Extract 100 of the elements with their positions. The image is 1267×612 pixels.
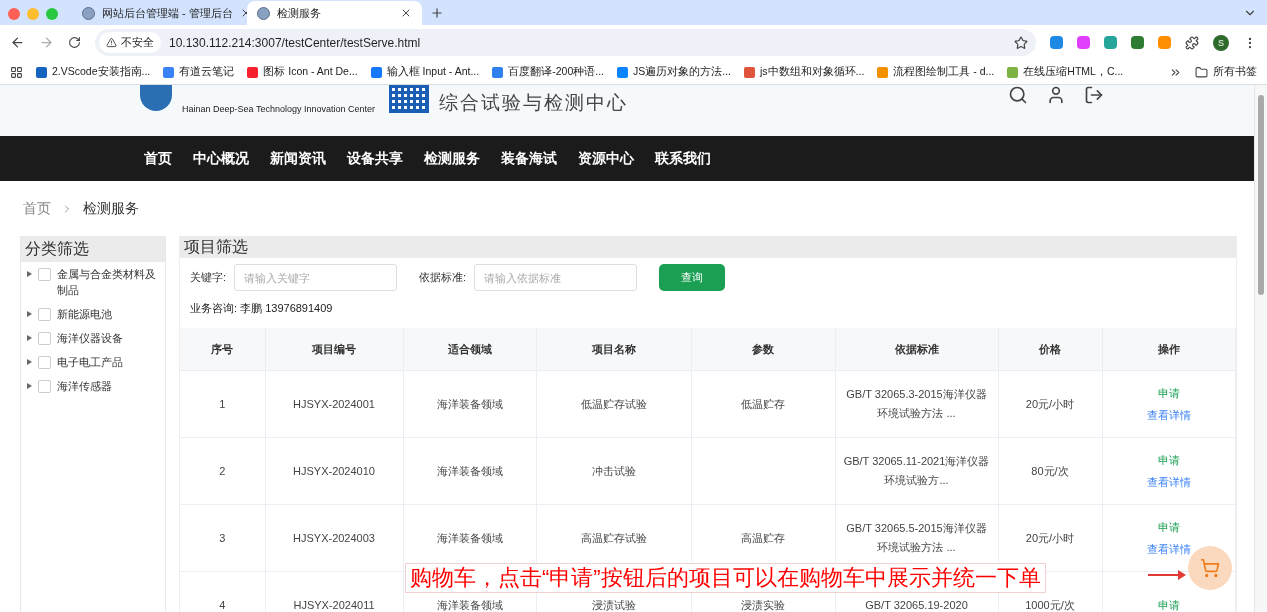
column-header: 价格 (998, 328, 1102, 371)
caret-icon[interactable] (27, 271, 32, 277)
security-chip[interactable]: 不安全 (99, 32, 161, 53)
caret-icon[interactable] (27, 383, 32, 389)
panel-title: 分类筛选 (21, 237, 165, 262)
folder-icon (1195, 65, 1208, 79)
table-cell: 低温贮存试验 (536, 370, 691, 438)
detail-link[interactable]: 查看详情 (1146, 539, 1191, 559)
apply-link[interactable]: 申请 (1157, 383, 1180, 403)
table-cell: 4 (180, 571, 265, 612)
category-label[interactable]: 海洋传感器 (57, 378, 157, 394)
category-label[interactable]: 金属与合金类材料及制品 (57, 266, 157, 298)
address-bar[interactable]: 不安全 10.130.112.214:3007/testCenter/testServe.html (95, 29, 1036, 56)
apply-link[interactable]: 申请 (1157, 595, 1180, 612)
column-header: 适合领域 (403, 328, 536, 371)
category-label[interactable]: 海洋仪器设备 (57, 330, 157, 346)
back-icon[interactable] (10, 35, 25, 50)
table-cell: GB/T 32065.3-2015海洋仪器环境试验方法 ... (835, 370, 998, 438)
caret-icon[interactable] (27, 335, 32, 341)
caret-icon[interactable] (27, 359, 32, 365)
nav-link[interactable]: 新闻资讯 (270, 149, 326, 168)
bookmark[interactable]: 图标 Icon - Ant De... (247, 65, 358, 79)
panel-title: 项目筛选 (180, 237, 1236, 258)
bookmark[interactable]: 有道云笔记 (163, 65, 235, 79)
extension-icon[interactable] (1077, 36, 1090, 49)
all-bookmarks[interactable]: 所有书签 (1195, 65, 1257, 79)
category-label[interactable]: 新能源电池 (57, 306, 157, 322)
input-field[interactable]: 请输入依据标准 (474, 264, 638, 291)
checkbox[interactable] (38, 332, 51, 345)
nav-link[interactable]: 检测服务 (424, 149, 480, 168)
reload-icon[interactable] (68, 36, 81, 49)
category-label[interactable]: 电子电工产品 (57, 354, 157, 370)
column-header: 项目编号 (265, 328, 403, 371)
nav-link[interactable]: 中心概况 (193, 149, 249, 168)
apply-link[interactable]: 申请 (1157, 517, 1180, 537)
table-cell: 2 (180, 437, 265, 505)
bookmark[interactable]: 百度翻译-200种语... (492, 65, 604, 79)
checkbox[interactable] (38, 356, 51, 369)
column-header: 参数 (691, 328, 835, 371)
search-icon[interactable] (1008, 85, 1028, 105)
extension-icon[interactable] (1050, 36, 1063, 49)
scrollbar-thumb[interactable] (1258, 95, 1264, 295)
table-cell: 低温贮存 (691, 370, 835, 438)
nav-link[interactable]: 装备海试 (501, 149, 557, 168)
table-cell: 冲击试验 (536, 437, 691, 505)
extension-icon[interactable] (1104, 36, 1117, 49)
bookmark[interactable]: 输入框 Input - Ant... (370, 65, 480, 79)
table-cell: 海洋装备领域 (403, 437, 536, 505)
nav-link[interactable]: 联系我们 (655, 149, 711, 168)
extension-icon[interactable] (1131, 36, 1144, 49)
apply-link[interactable]: 申请 (1157, 450, 1180, 470)
bookmark[interactable]: 2.VScode安装指南... (36, 65, 151, 79)
center-name: 综合试验与检测中心 (438, 91, 628, 115)
consult-text: 业务咨询: 李鹏 13976891409 (189, 301, 334, 316)
caret-icon[interactable] (27, 311, 32, 317)
user-icon[interactable] (1046, 85, 1066, 105)
puzzle-icon[interactable] (1185, 35, 1199, 50)
nav-link[interactable]: 设备共享 (347, 149, 403, 168)
star-icon[interactable] (1014, 35, 1028, 50)
url-text: 10.130.112.214:3007/testCenter/testServe.html (169, 35, 422, 50)
bookmark[interactable]: JS遍历对象的方法... (617, 65, 731, 79)
table-cell: 3 (180, 504, 265, 572)
table-cell: 20元/小时 (998, 370, 1102, 438)
arrow-icon (1148, 569, 1186, 581)
bookmark[interactable]: 流程图绘制工具 - d... (877, 65, 995, 79)
field-label: 关键字: (190, 270, 227, 285)
table-cell: 海洋装备领域 (403, 370, 536, 438)
input-field[interactable]: 请输入关键字 (234, 264, 398, 291)
bookmark[interactable]: js中数组和对象循环... (744, 65, 865, 79)
nav-link[interactable]: 首页 (144, 149, 172, 168)
logout-icon[interactable] (1084, 85, 1104, 105)
table-cell: HJSYX-2024001 (265, 370, 403, 438)
column-header: 操作 (1102, 328, 1235, 371)
warning-icon (106, 37, 117, 48)
profile-avatar[interactable]: S (1213, 34, 1229, 51)
column-header: 序号 (180, 328, 265, 371)
bookmark[interactable]: 在线压缩HTML，C... (1007, 65, 1124, 79)
english-subtitle: Hainan Deep-Sea Technology Innovation Center (182, 104, 375, 114)
table-cell: 1 (180, 370, 265, 438)
browser-tab[interactable]: 检测服务 (247, 1, 422, 25)
checkbox[interactable] (38, 308, 51, 321)
detail-link[interactable]: 查看详情 (1146, 472, 1191, 492)
checkbox[interactable] (38, 380, 51, 393)
table-cell: HJSYX-2024011 (265, 571, 403, 612)
logo-emblem (140, 85, 172, 111)
breadcrumb-link[interactable]: 检测服务 (83, 199, 139, 218)
table-cell: 80元/次 (998, 437, 1102, 505)
column-header: 依据标准 (835, 328, 998, 371)
checkbox[interactable] (38, 268, 51, 281)
table-cell: HJSYX-2024003 (265, 504, 403, 572)
table-cell: GB/T 32065.11-2021海洋仪器环境试验方... (835, 437, 998, 505)
apps-grid-icon[interactable] (10, 65, 23, 79)
close-icon[interactable] (400, 7, 412, 19)
table-cell: HJSYX-2024010 (265, 437, 403, 505)
field-label: 依据标准: (419, 270, 467, 285)
column-header: 项目名称 (536, 328, 691, 371)
detail-link[interactable]: 查看详情 (1146, 405, 1191, 425)
breadcrumb-link[interactable]: 首页 (23, 199, 51, 218)
cart-icon (1200, 558, 1220, 578)
nav-link[interactable]: 资源中心 (578, 149, 634, 168)
